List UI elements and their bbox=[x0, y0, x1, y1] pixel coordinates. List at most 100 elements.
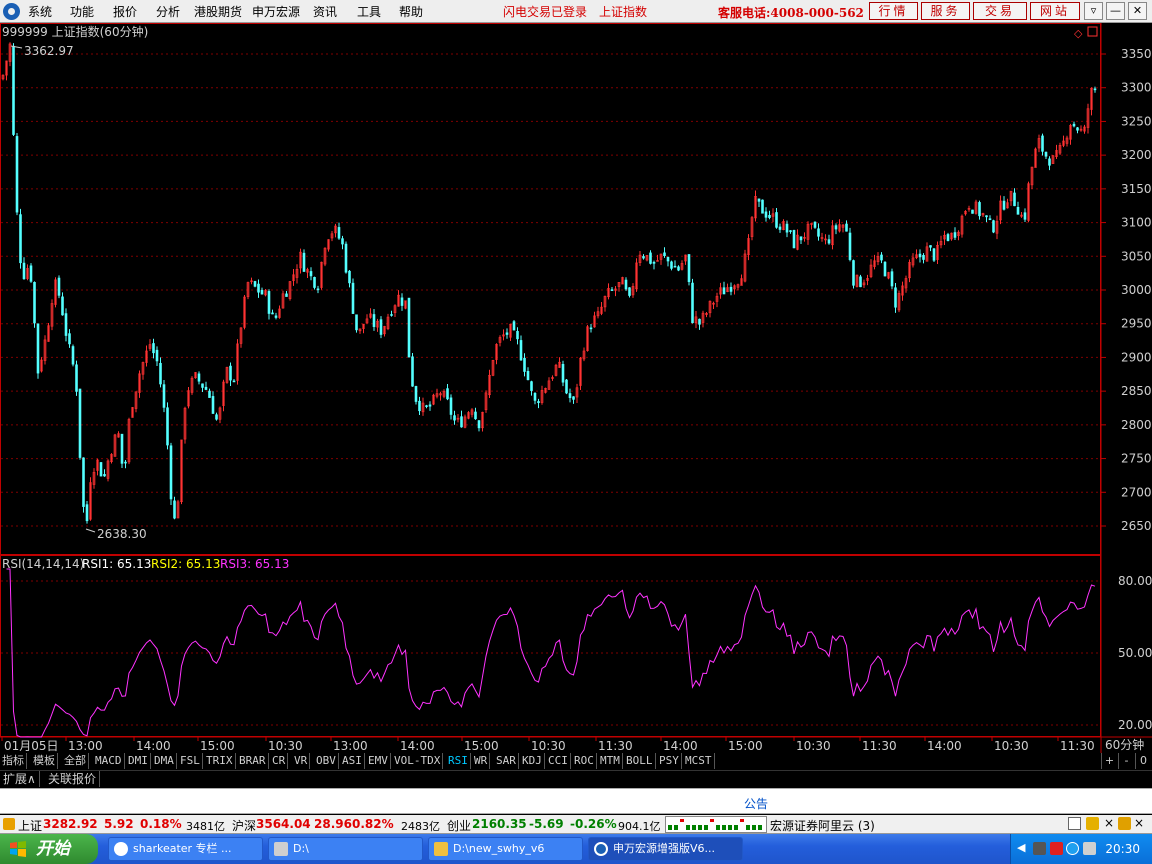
minimize-icon[interactable]: — bbox=[1106, 2, 1125, 20]
price-tick-label: 3250 bbox=[1121, 114, 1152, 128]
candle bbox=[376, 318, 379, 332]
close-icon[interactable]: ✕ bbox=[1128, 2, 1147, 20]
indicator-tab-bar: 指标 模板 全部 MACD DMI DMA FSL TRIX BRAR CR VR OBV ASI EMV… bbox=[0, 753, 1152, 770]
candle bbox=[939, 235, 943, 249]
trade-button[interactable]: 交易 bbox=[973, 2, 1027, 20]
candle bbox=[103, 469, 106, 477]
candle bbox=[712, 301, 715, 310]
candle bbox=[722, 281, 726, 295]
close-small-icon-2[interactable]: × bbox=[1134, 816, 1144, 830]
indicator-tab-macd[interactable]: MACD bbox=[93, 753, 125, 769]
server-connection[interactable]: 宏源证券阿里云 (3) bbox=[770, 817, 875, 834]
indicator-tab-mtm[interactable]: MTM bbox=[598, 753, 623, 769]
candle bbox=[509, 323, 512, 342]
menu-help[interactable]: 帮助 bbox=[399, 3, 423, 20]
window-icon[interactable] bbox=[1068, 817, 1081, 830]
indicator-tab-dmi[interactable]: DMI bbox=[126, 753, 151, 769]
printer-icon[interactable] bbox=[1033, 842, 1046, 855]
candle bbox=[645, 255, 649, 262]
indicator-tab-fsl[interactable]: FSL bbox=[178, 753, 203, 769]
candle bbox=[446, 383, 449, 401]
lock-small-icon[interactable] bbox=[1118, 817, 1131, 830]
candle-body bbox=[302, 252, 306, 272]
candle bbox=[15, 132, 19, 216]
period-label[interactable]: 60分钟 bbox=[1105, 737, 1144, 752]
indicator-tab-模板[interactable]: 模板 bbox=[31, 753, 58, 769]
market-button[interactable]: 行情 bbox=[869, 2, 918, 20]
menu-swhy[interactable]: 申万宏源 bbox=[252, 3, 300, 20]
indicator-tab-boll[interactable]: BOLL bbox=[624, 753, 656, 769]
candle bbox=[971, 209, 974, 214]
candle-body bbox=[120, 433, 124, 464]
taskbar-folder[interactable]: D:\new_swhy_v6 bbox=[428, 837, 583, 861]
menu-news[interactable]: 资讯 bbox=[313, 3, 337, 20]
indicator-tab-emv[interactable]: EMV bbox=[366, 753, 391, 769]
announcement-title[interactable]: 公告 bbox=[744, 795, 768, 812]
indicator-tab-全部[interactable]: 全部 bbox=[62, 753, 89, 769]
taskbar-browser[interactable]: sharkeater 专栏 ... bbox=[108, 837, 263, 861]
candle bbox=[477, 420, 481, 432]
indicator-tab-cci[interactable]: CCI bbox=[546, 753, 571, 769]
indicator-tab-asi[interactable]: ASI bbox=[340, 753, 365, 769]
website-button[interactable]: 网站 bbox=[1030, 2, 1080, 20]
candle-body bbox=[208, 390, 211, 398]
window-toggle-icon[interactable] bbox=[1087, 26, 1098, 37]
candle bbox=[813, 221, 817, 229]
candle-body bbox=[890, 271, 894, 287]
start-button[interactable]: 开始 bbox=[0, 834, 98, 864]
cy-index-label[interactable]: 创业 bbox=[447, 817, 471, 834]
indicator-tab-vr[interactable]: VR bbox=[292, 753, 311, 769]
menu-quote[interactable]: 报价 bbox=[113, 3, 137, 20]
menu-hk-futures[interactable]: 港股期货 bbox=[194, 3, 242, 20]
indicator-tab-dma[interactable]: DMA bbox=[152, 753, 177, 769]
network-icon[interactable] bbox=[1066, 842, 1079, 855]
related-quotes-tab[interactable]: 关联报价 bbox=[45, 771, 101, 787]
indicator-tab-brar[interactable]: BRAR bbox=[237, 753, 269, 769]
security-icon[interactable] bbox=[1050, 842, 1063, 855]
kline-chart-panel[interactable]: 3350 3300 3250 3200 3150 3100 3050 3000 2950 2900… bbox=[0, 23, 1152, 755]
service-button[interactable]: 服务 bbox=[921, 2, 970, 20]
indicator-tab-sar[interactable]: SAR bbox=[494, 753, 519, 769]
candle bbox=[390, 310, 393, 317]
indicator-tab-rsi[interactable]: RSI bbox=[446, 753, 471, 769]
tray-arrow-icon[interactable]: ◀ bbox=[1017, 841, 1030, 854]
candle-body bbox=[36, 323, 40, 374]
menu-tools[interactable]: 工具 bbox=[357, 3, 381, 20]
sub-tab-bar: 扩展∧ 关联报价 bbox=[0, 770, 1152, 787]
menu-analysis[interactable]: 分析 bbox=[156, 3, 180, 20]
candle-body bbox=[64, 313, 68, 336]
menu-system[interactable]: 系统 bbox=[28, 3, 52, 20]
sh-index-label[interactable]: 上证 bbox=[18, 817, 42, 834]
indicator-tab-kdj[interactable]: KDJ bbox=[520, 753, 545, 769]
indicator-tab-roc[interactable]: ROC bbox=[572, 753, 597, 769]
indicator-tab-psy[interactable]: PSY bbox=[657, 753, 682, 769]
candle bbox=[936, 241, 939, 265]
candle bbox=[1086, 103, 1090, 134]
tab-control-button[interactable]: - bbox=[1118, 753, 1134, 769]
volume-icon[interactable] bbox=[1083, 842, 1096, 855]
indicator-tab-wr[interactable]: WR bbox=[472, 753, 491, 769]
hs-index-label[interactable]: 沪深 bbox=[232, 817, 256, 834]
indicator-tab-指标[interactable]: 指标 bbox=[0, 753, 27, 769]
indicator-tab-mcst[interactable]: MCST bbox=[683, 753, 715, 769]
expand-tab[interactable]: 扩展∧ bbox=[0, 771, 40, 787]
taskbar-trading-app[interactable]: 申万宏源增强版V6... bbox=[588, 837, 743, 861]
arrow-icon[interactable]: ▿ bbox=[1084, 2, 1103, 20]
candle-body bbox=[152, 343, 155, 354]
indicator-tab-cr[interactable]: CR bbox=[270, 753, 289, 769]
rsi-axis: 80.00 50.00 20.00 bbox=[1118, 574, 1152, 732]
close-small-icon[interactable]: × bbox=[1104, 816, 1114, 830]
announcement-bar[interactable]: 公告 bbox=[0, 788, 1152, 814]
menu-function[interactable]: 功能 bbox=[70, 3, 94, 20]
app-logo-icon[interactable] bbox=[3, 3, 20, 20]
candle bbox=[330, 230, 334, 242]
candle bbox=[243, 295, 246, 330]
indicator-tab-trix[interactable]: TRIX bbox=[204, 753, 236, 769]
broadcast-icon[interactable] bbox=[1086, 817, 1099, 830]
tab-control-button[interactable]: 0 bbox=[1135, 753, 1151, 769]
indicator-tab-obv[interactable]: OBV bbox=[314, 753, 339, 769]
taskbar-drive-d[interactable]: D:\ bbox=[268, 837, 423, 861]
indicator-tab-vol-tdx[interactable]: VOL-TDX bbox=[392, 753, 444, 769]
tab-control-button[interactable]: + bbox=[1101, 753, 1117, 769]
diamond-icon[interactable]: ◇ bbox=[1074, 27, 1083, 40]
